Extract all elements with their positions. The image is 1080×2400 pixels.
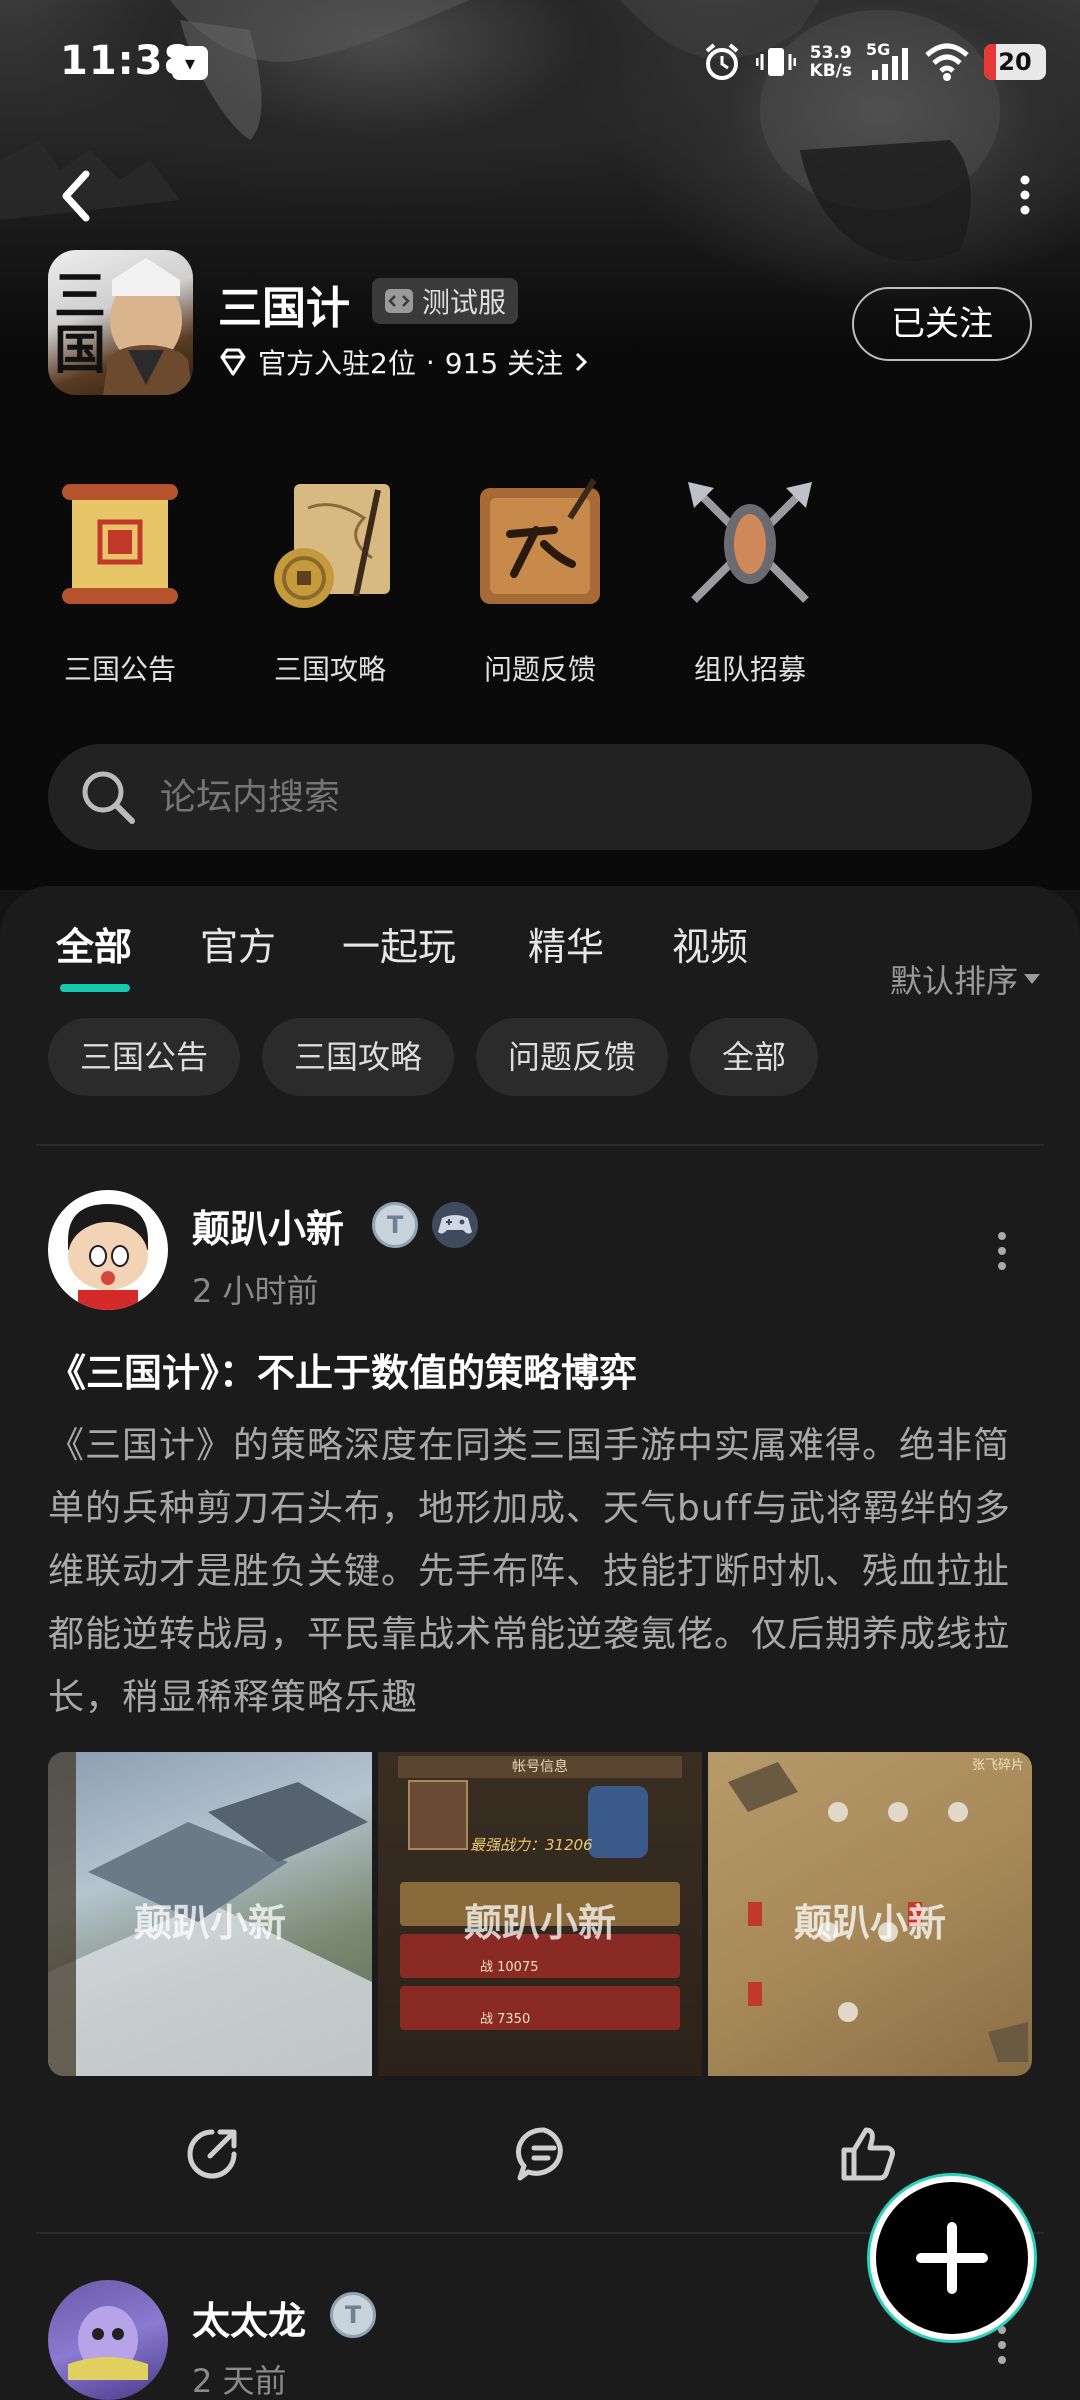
image-watermark: 颠趴小新 [793, 1901, 946, 1945]
row-power-text: 战 7350 [480, 2012, 531, 2027]
image-watermark: 颠趴小新 [133, 1901, 286, 1945]
quick-link-guide[interactable]: 三国攻略 [250, 478, 410, 688]
gamepad-badge-icon [432, 1202, 478, 1248]
create-post-button[interactable] [870, 2176, 1034, 2340]
test-server-label: 测试服 [422, 286, 507, 319]
post-more-icon[interactable] [992, 1226, 1012, 1276]
quick-link-label: 三国公告 [63, 653, 176, 686]
section-divider [36, 1144, 1044, 1146]
filter-chips: 三国公告 三国攻略 问题反馈 全部 [48, 1018, 819, 1096]
back-arrow-icon[interactable] [52, 162, 112, 232]
svg-text:T: T [387, 1211, 404, 1239]
battery-low-indicator [984, 44, 996, 80]
sort-label: 默认排序 [889, 962, 1018, 1000]
diamond-icon [220, 348, 246, 376]
brush-board-icon [474, 478, 606, 610]
chevron-right-icon [576, 352, 588, 372]
code-icon [385, 289, 413, 313]
game-icon[interactable]: 三国 [48, 250, 193, 395]
signal-icon: 5G [866, 42, 910, 82]
tab-video[interactable]: 视频 [672, 916, 748, 971]
tab-all[interactable]: 全部 [56, 916, 132, 971]
tab-play-together[interactable]: 一起玩 [342, 916, 456, 971]
post-time: 2 天前 [192, 2362, 287, 2400]
crossed-weapons-icon [684, 478, 816, 610]
chip-announcement[interactable]: 三国公告 [48, 1018, 241, 1096]
followers-count: 915 关注 [444, 347, 564, 380]
official-rank-text: 官方入驻2位 [258, 347, 416, 380]
chip-all[interactable]: 全部 [690, 1018, 819, 1096]
game-icon-text: 三国 [54, 266, 107, 381]
quick-link-label: 组队招募 [693, 653, 806, 686]
like-icon[interactable] [836, 2122, 900, 2186]
avatar[interactable] [48, 2280, 168, 2400]
quick-link-label: 三国攻略 [273, 653, 386, 686]
list-row: 战 7350 [400, 1986, 680, 2030]
post-body[interactable]: 《三国计》的策略深度在同类三国手游中实属难得。绝非简单的兵种剪刀石头布，地形加成… [48, 1414, 1038, 1729]
follow-button[interactable]: 已关注 [852, 287, 1032, 361]
plus-icon [916, 2222, 988, 2294]
game-title: 三国计 [218, 283, 350, 334]
author-name[interactable]: 颠趴小新 [192, 1198, 344, 1253]
emblem [588, 1786, 648, 1858]
author-name[interactable]: 太太龙 [192, 2290, 306, 2345]
test-server-tag: 测试服 [372, 278, 519, 324]
meta-separator: · [425, 345, 435, 379]
level-badge-icon: T [330, 2292, 376, 2338]
post-title[interactable]: 《三国计》：不止于数值的策略博弈 [48, 1342, 637, 1397]
battery-icon: 20 [984, 44, 1046, 80]
tab-featured[interactable]: 精华 [528, 916, 604, 971]
game-meta[interactable]: 官方入驻2位 · 915 关注 [218, 342, 589, 382]
network-speed: 53.9 KB/s [810, 44, 852, 80]
sort-dropdown[interactable]: 默认排序 [890, 956, 1040, 1002]
quick-link-label: 问题反馈 [483, 653, 596, 686]
search-input[interactable] [160, 776, 960, 818]
feed-tabs: 全部 官方 一起玩 精华 视频 默认排序 [0, 916, 1080, 1006]
wifi-icon [925, 43, 969, 81]
scroll-seal-icon [54, 478, 186, 610]
post-image[interactable]: 帐号信息 最强战力：31206 战 10075 战 7350 颠趴小新 [378, 1752, 702, 2076]
forum-search-bar[interactable] [48, 744, 1032, 850]
comment-icon[interactable] [512, 2122, 576, 2186]
chip-guide[interactable]: 三国攻略 [262, 1018, 455, 1096]
network-speed-value: 53.9 [809, 43, 852, 63]
active-tab-indicator [60, 984, 130, 992]
screenshot-power-text: 最强战力：31206 [470, 1836, 593, 1854]
post-image[interactable]: 张飞碎片 颠趴小新 [708, 1752, 1032, 2076]
avatar[interactable] [48, 1190, 168, 1310]
share-icon[interactable] [180, 2122, 244, 2186]
quick-link-announcement[interactable]: 三国公告 [40, 478, 200, 688]
notification-app-icon: ▾ [172, 46, 208, 80]
row-power-text: 战 10075 [480, 1960, 539, 1975]
battery-level: 20 [998, 48, 1032, 76]
screen: 11:38 ▾ 53.9 KB/s 5G 20 三国 三国计 测试服 官方入驻2… [0, 0, 1080, 2400]
vibrate-icon [755, 48, 796, 76]
network-speed-unit: KB/s [809, 61, 852, 81]
quick-link-feedback[interactable]: 问题反馈 [460, 478, 620, 688]
more-options-icon[interactable] [1010, 170, 1040, 220]
svg-text:T: T [345, 2301, 362, 2329]
map-coin-icon [264, 478, 396, 610]
post-time: 2 小时前 [192, 1272, 319, 1310]
alarm-icon [705, 43, 738, 80]
screenshot-header-text: 帐号信息 [398, 1756, 682, 1778]
tab-official[interactable]: 官方 [200, 916, 276, 971]
status-icons: 53.9 KB/s 5G 20 [702, 42, 1046, 82]
level-badge-icon: T [372, 1202, 418, 1248]
quick-link-team[interactable]: 组队招募 [670, 478, 830, 688]
hero-portrait [408, 1780, 468, 1850]
chip-feedback[interactable]: 问题反馈 [476, 1018, 669, 1096]
post-image-gallery: 颠趴小新 帐号信息 最强战力：31206 战 10075 战 7350 颠趴小新… [48, 1752, 1032, 2076]
post-image[interactable]: 颠趴小新 [48, 1752, 372, 2076]
caret-down-icon [1024, 974, 1040, 984]
search-icon [82, 771, 135, 824]
image-watermark: 颠趴小新 [463, 1901, 616, 1945]
status-bar: 11:38 ▾ 53.9 KB/s 5G 20 [0, 0, 1080, 130]
